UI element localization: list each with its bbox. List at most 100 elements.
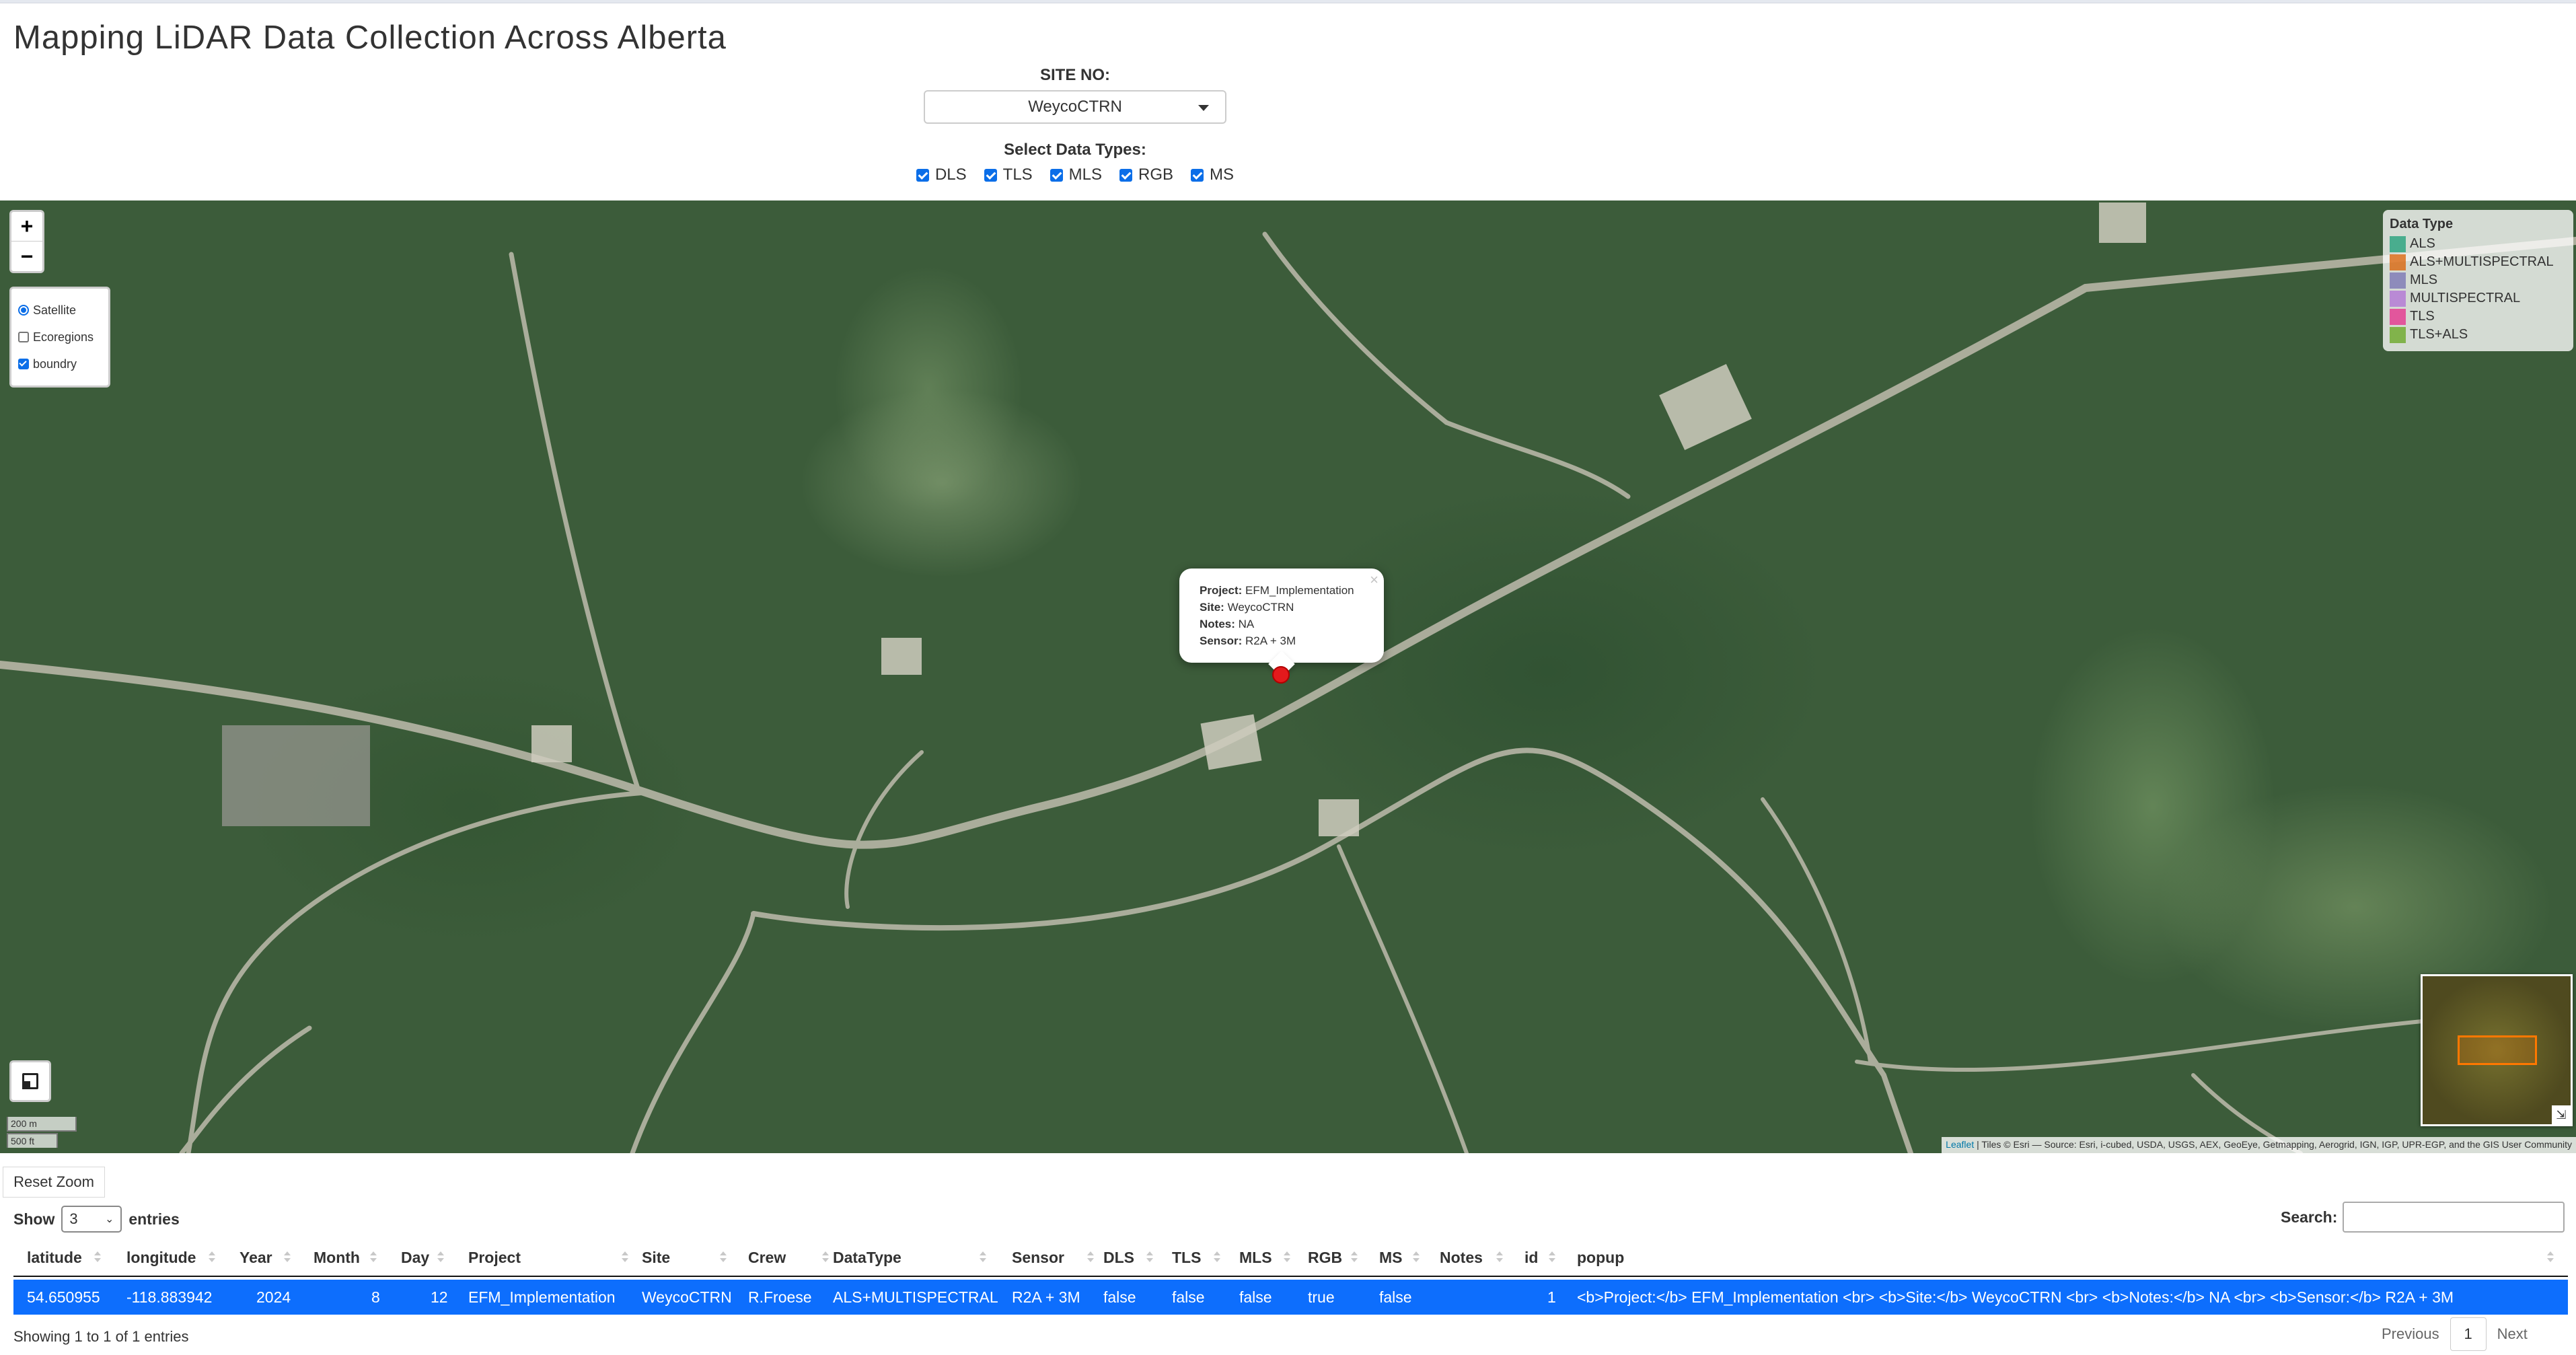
cell-rgb: true bbox=[1308, 1288, 1335, 1306]
data-type-tls[interactable]: TLS bbox=[984, 166, 1033, 184]
cell-day: 12 bbox=[431, 1288, 448, 1306]
marker-popup: × Project: EFM_Implementation Site: Weyc… bbox=[1179, 569, 1384, 678]
minimap[interactable]: ⇲ bbox=[2421, 974, 2573, 1126]
col-site[interactable]: Site bbox=[642, 1249, 670, 1267]
col-rgb[interactable]: RGB bbox=[1308, 1249, 1342, 1267]
site-select-label: SITE NO: bbox=[1039, 66, 1110, 84]
sort-icon bbox=[209, 1251, 215, 1264]
checkbox-icon[interactable] bbox=[984, 168, 997, 182]
previous-button[interactable]: Previous bbox=[2382, 1325, 2439, 1343]
pagination: Previous 1 Next bbox=[2382, 1317, 2528, 1351]
table-row[interactable]: 54.650955 -118.883942 2024 8 12 EFM_Impl… bbox=[13, 1280, 2568, 1315]
popup-notes: Notes: NA bbox=[1200, 616, 1364, 632]
sort-icon bbox=[1087, 1251, 1094, 1264]
sort-icon bbox=[980, 1251, 986, 1264]
data-type-dls[interactable]: DLS bbox=[916, 166, 967, 184]
checkbox-icon[interactable] bbox=[18, 359, 29, 369]
search-input[interactable] bbox=[2343, 1202, 2565, 1233]
layer-label: Ecoregions bbox=[33, 330, 94, 344]
sort-icon bbox=[720, 1251, 727, 1264]
sort-icon bbox=[1351, 1251, 1358, 1264]
col-latitude[interactable]: latitude bbox=[27, 1249, 82, 1267]
sort-icon bbox=[94, 1251, 101, 1264]
site-select[interactable]: WeycoCTRN bbox=[924, 90, 1226, 124]
map-attribution: Leaflet | Tiles © Esri — Source: Esri, i… bbox=[1942, 1137, 2576, 1153]
legend-swatch bbox=[2390, 290, 2406, 307]
cell-popup: <b>Project:</b> EFM_Implementation <br> … bbox=[1577, 1288, 2454, 1306]
cell-year: 2024 bbox=[256, 1288, 291, 1306]
col-project[interactable]: Project bbox=[468, 1249, 521, 1267]
layer-ecoregions[interactable]: Ecoregions bbox=[18, 324, 102, 351]
col-longitude[interactable]: longitude bbox=[126, 1249, 196, 1267]
legend-label: TLS bbox=[2410, 309, 2435, 324]
radio-icon[interactable] bbox=[18, 305, 29, 316]
leaflet-link[interactable]: Leaflet bbox=[1946, 1139, 1974, 1150]
checkbox-icon[interactable] bbox=[1191, 168, 1204, 182]
legend-swatch bbox=[2390, 326, 2406, 343]
next-button[interactable]: Next bbox=[2497, 1325, 2528, 1343]
col-year[interactable]: Year bbox=[240, 1249, 272, 1267]
sort-icon bbox=[1284, 1251, 1290, 1264]
chevron-down-icon: ⌄ bbox=[104, 1214, 114, 1225]
checkbox-icon[interactable] bbox=[18, 332, 29, 342]
col-dls[interactable]: DLS bbox=[1103, 1249, 1134, 1267]
zoom-out-button[interactable]: − bbox=[11, 242, 42, 271]
col-ms[interactable]: MS bbox=[1379, 1249, 1403, 1267]
col-id[interactable]: id bbox=[1524, 1249, 1538, 1267]
map-view[interactable]: + − Satellite Ecoregions boundry Data Ty… bbox=[0, 200, 2576, 1153]
close-icon[interactable]: × bbox=[1370, 571, 1378, 588]
legend-item: MULTISPECTRAL bbox=[2390, 289, 2567, 307]
sort-icon bbox=[1214, 1251, 1220, 1264]
col-mls[interactable]: MLS bbox=[1239, 1249, 1272, 1267]
legend-item: TLS+ALS bbox=[2390, 326, 2567, 344]
data-type-mls[interactable]: MLS bbox=[1050, 166, 1102, 184]
entries-label: entries bbox=[128, 1210, 180, 1228]
cell-dls: false bbox=[1103, 1288, 1136, 1306]
checkbox-icon[interactable] bbox=[1050, 168, 1063, 182]
popup-site-value: WeycoCTRN bbox=[1227, 601, 1294, 614]
sort-icon bbox=[1549, 1251, 1555, 1264]
sort-icon bbox=[1496, 1251, 1503, 1264]
col-crew[interactable]: Crew bbox=[748, 1249, 786, 1267]
map-scale: 200 m 500 ft bbox=[7, 1117, 77, 1149]
sort-icon bbox=[437, 1251, 444, 1264]
data-type-label: DLS bbox=[934, 166, 967, 184]
map-legend: Data Type ALS ALS+MULTISPECTRAL MLS MULT… bbox=[2383, 210, 2573, 351]
data-type-rgb[interactable]: RGB bbox=[1119, 166, 1173, 184]
popup-sensor-value: R2A + 3M bbox=[1245, 634, 1296, 647]
fullscreen-button[interactable] bbox=[9, 1060, 51, 1102]
popup-notes-value: NA bbox=[1238, 618, 1255, 630]
popup-project-label: Project: bbox=[1200, 584, 1243, 597]
checkbox-icon[interactable] bbox=[1119, 168, 1133, 182]
attribution-text: | Tiles © Esri — Source: Esri, i-cubed, … bbox=[1974, 1139, 2572, 1150]
legend-title: Data Type bbox=[2390, 217, 2454, 231]
table-header: latitude longitude Year Month Day Projec… bbox=[13, 1239, 2568, 1277]
legend-swatch bbox=[2390, 272, 2406, 289]
top-border bbox=[0, 0, 2576, 3]
page-1-button[interactable]: 1 bbox=[2450, 1317, 2487, 1351]
legend-item: ALS+MULTISPECTRAL bbox=[2390, 253, 2567, 271]
col-notes[interactable]: Notes bbox=[1440, 1249, 1483, 1267]
layer-boundry[interactable]: boundry bbox=[18, 351, 102, 377]
col-datatype[interactable]: DataType bbox=[833, 1249, 901, 1267]
col-popup[interactable]: popup bbox=[1577, 1249, 1624, 1267]
layer-satellite[interactable]: Satellite bbox=[18, 297, 102, 324]
col-tls[interactable]: TLS bbox=[1172, 1249, 1201, 1267]
col-month[interactable]: Month bbox=[314, 1249, 360, 1267]
reset-zoom-button[interactable]: Reset Zoom bbox=[3, 1167, 105, 1198]
map-marker-icon[interactable] bbox=[1269, 665, 1292, 688]
layer-label: Satellite bbox=[33, 303, 77, 317]
zoom-in-button[interactable]: + bbox=[11, 212, 42, 242]
minimap-viewport[interactable] bbox=[2458, 1035, 2537, 1065]
page-title: Mapping LiDAR Data Collection Across Alb… bbox=[13, 20, 727, 56]
cell-ms: false bbox=[1379, 1288, 1412, 1306]
minimap-toggle-icon[interactable]: ⇲ bbox=[2552, 1105, 2571, 1124]
entries-select[interactable]: 3 ⌄ bbox=[61, 1206, 122, 1233]
col-sensor[interactable]: Sensor bbox=[1012, 1249, 1064, 1267]
col-day[interactable]: Day bbox=[401, 1249, 429, 1267]
sort-icon bbox=[370, 1251, 377, 1264]
popup-sensor: Sensor: R2A + 3M bbox=[1200, 632, 1364, 649]
data-type-ms[interactable]: MS bbox=[1191, 166, 1234, 184]
checkbox-icon[interactable] bbox=[916, 168, 929, 182]
popup-project-value: EFM_Implementation bbox=[1245, 584, 1354, 597]
